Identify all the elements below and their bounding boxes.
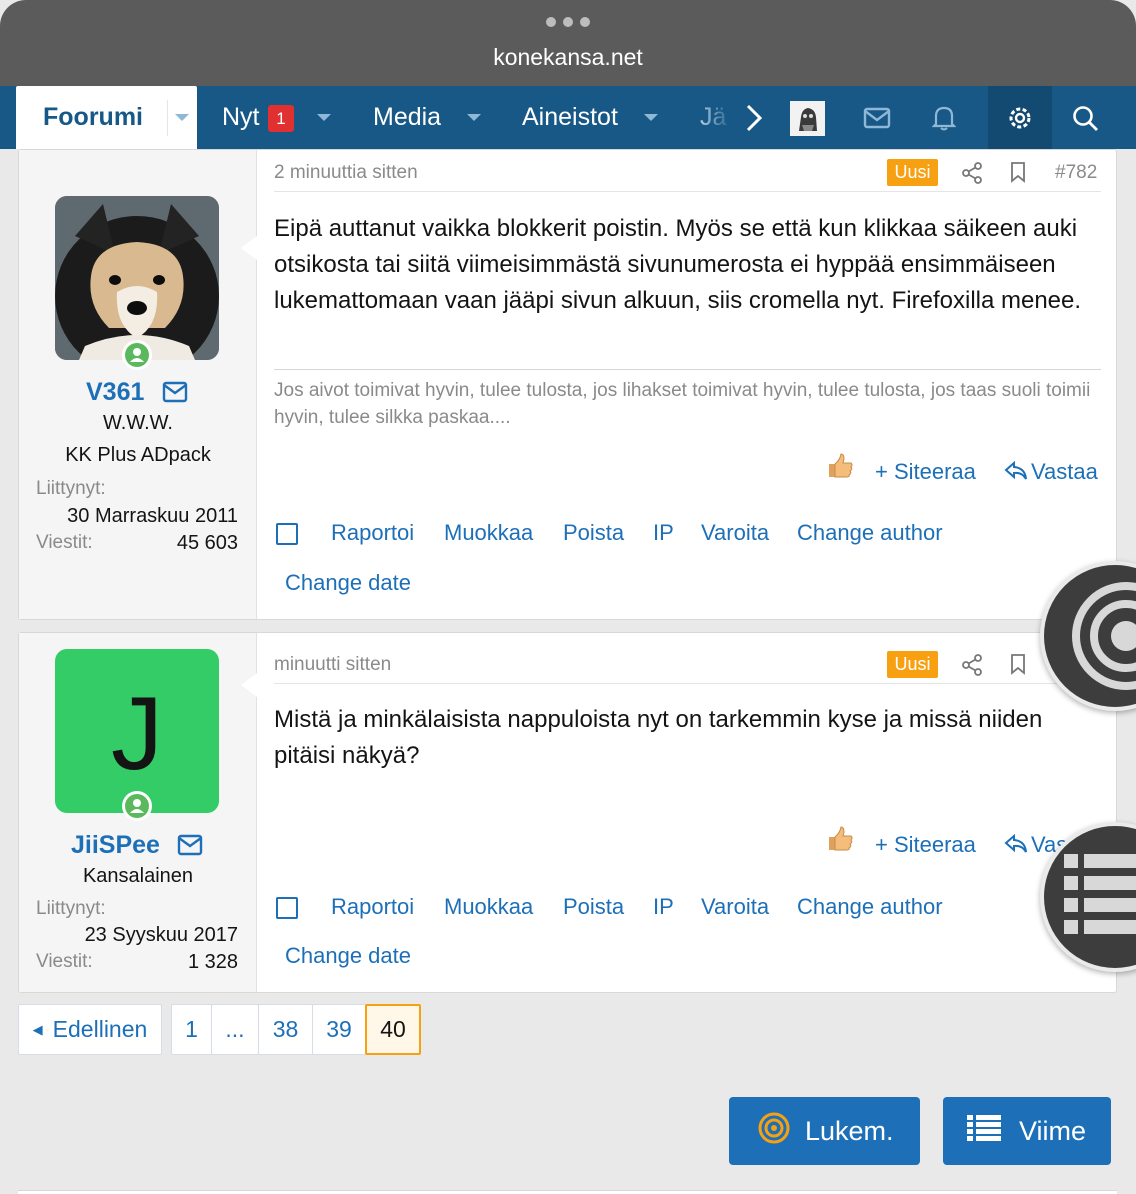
posts-count-label: Viestit: bbox=[36, 532, 93, 553]
warn-link[interactable]: Varoita bbox=[701, 894, 769, 920]
chevron-right-icon[interactable] bbox=[740, 102, 766, 139]
author-title: Kansalainen bbox=[82, 865, 194, 887]
edit-link[interactable]: Muokkaa bbox=[444, 520, 533, 546]
pagination-page[interactable]: 39 bbox=[312, 1004, 366, 1055]
nav-tab-nyt[interactable]: Nyt bbox=[222, 103, 260, 132]
envelope-icon[interactable] bbox=[162, 381, 188, 408]
nav-nyt-badge: 1 bbox=[268, 105, 294, 132]
latest-button[interactable]: Viime bbox=[943, 1097, 1111, 1165]
user-avatar-icon[interactable] bbox=[790, 101, 825, 136]
share-icon[interactable] bbox=[961, 654, 983, 681]
chevron-left-icon: ◀ bbox=[32, 1021, 43, 1037]
author-avatar[interactable] bbox=[55, 196, 219, 360]
change-date-link[interactable]: Change date bbox=[285, 943, 411, 969]
gear-icon[interactable] bbox=[988, 86, 1052, 149]
joined-label: Liittynyt: bbox=[36, 898, 106, 919]
bookmark-icon[interactable] bbox=[1010, 161, 1026, 188]
posts-count-value: 1 328 bbox=[187, 951, 238, 973]
pagination-page[interactable]: 38 bbox=[258, 1004, 313, 1055]
author-title: W.W.W. bbox=[103, 412, 173, 434]
floating-list-button[interactable] bbox=[1040, 822, 1136, 972]
browser-chrome: konekansa.net bbox=[0, 0, 1136, 86]
author-name[interactable]: JiiSPee bbox=[71, 831, 160, 860]
bell-icon[interactable] bbox=[912, 86, 976, 149]
delete-link[interactable]: Poista bbox=[563, 894, 624, 920]
change-author-link[interactable]: Change author bbox=[797, 520, 943, 546]
bookmark-icon[interactable] bbox=[1010, 653, 1026, 680]
change-date-link[interactable]: Change date bbox=[285, 570, 411, 596]
warn-link[interactable]: Varoita bbox=[701, 520, 769, 546]
main-navbar: Foorumi Nyt Media Aineistot Jä bbox=[0, 86, 1136, 149]
post-body: Eipä auttanut vaikka blokkerit poistin. … bbox=[274, 215, 1082, 314]
select-post-checkbox[interactable] bbox=[276, 523, 298, 545]
reply-button[interactable]: Vastaa bbox=[1031, 459, 1098, 485]
select-post-checkbox[interactable] bbox=[276, 897, 298, 919]
list-icon bbox=[967, 1114, 1001, 1149]
ip-link[interactable]: IP bbox=[653, 894, 674, 920]
address-bar-url[interactable]: konekansa.net bbox=[0, 44, 1136, 71]
author-avatar[interactable]: J bbox=[55, 649, 219, 813]
pagination-ellipsis[interactable]: ... bbox=[211, 1004, 259, 1055]
post-782: V361 W.W.W. KK Plus ADpack Liittynyt: 30… bbox=[18, 149, 1117, 620]
pagination-current-page[interactable]: 40 bbox=[365, 1004, 421, 1055]
quote-button[interactable]: + Siteeraa bbox=[875, 459, 976, 485]
chevron-down-icon[interactable] bbox=[644, 114, 658, 121]
online-status-icon bbox=[122, 791, 152, 821]
delete-link[interactable]: Poista bbox=[563, 520, 624, 546]
pagination-page[interactable]: 1 bbox=[171, 1004, 212, 1055]
post-number[interactable]: #782 bbox=[1055, 162, 1097, 184]
online-status-icon bbox=[122, 340, 152, 370]
floating-unread-target-button[interactable] bbox=[1040, 561, 1136, 711]
new-badge: Uusi bbox=[887, 651, 938, 678]
post-signature: Jos aivot toimivat hyvin, tulee tulosta,… bbox=[274, 380, 1091, 428]
joined-value: 23 Syyskuu 2017 bbox=[84, 924, 238, 946]
nav-tab-media[interactable]: Media bbox=[373, 103, 441, 132]
post-author-sidebar: V361 W.W.W. KK Plus ADpack Liittynyt: 30… bbox=[19, 150, 257, 619]
chevron-down-icon[interactable] bbox=[317, 114, 331, 121]
quote-button[interactable]: + Siteeraa bbox=[875, 832, 976, 858]
ip-link[interactable]: IP bbox=[653, 520, 674, 546]
post-timestamp[interactable]: 2 minuuttia sitten bbox=[274, 162, 418, 184]
author-banner: KK Plus ADpack bbox=[65, 444, 211, 466]
post-body: Mistä ja minkälaisista nappuloista nyt o… bbox=[274, 706, 1043, 769]
author-avatar-initial: J bbox=[111, 676, 163, 792]
unread-button[interactable]: Lukem. bbox=[729, 1097, 920, 1165]
joined-value: 30 Marraskuu 2011 bbox=[67, 505, 238, 527]
posts-count-label: Viestit: bbox=[36, 951, 93, 972]
post-timestamp[interactable]: minuutti sitten bbox=[274, 654, 391, 676]
nav-tab-foorumi-label: Foorumi bbox=[43, 103, 143, 131]
author-name[interactable]: V361 bbox=[86, 378, 144, 407]
chevron-down-icon[interactable] bbox=[167, 86, 197, 149]
thumbs-up-icon[interactable] bbox=[826, 824, 854, 857]
new-badge: Uusi bbox=[887, 159, 938, 186]
edit-link[interactable]: Muokkaa bbox=[444, 894, 533, 920]
post-author-sidebar: J JiiSPee Kansalainen Liittynyt: 23 Syys… bbox=[19, 633, 257, 992]
envelope-icon[interactable] bbox=[845, 86, 909, 149]
chevron-down-icon[interactable] bbox=[467, 114, 481, 121]
joined-label: Liittynyt: bbox=[36, 478, 106, 499]
pagination-prev-button[interactable]: ◀ Edellinen bbox=[18, 1004, 162, 1055]
nav-tab-foorumi[interactable]: Foorumi bbox=[16, 86, 197, 149]
post-latest: J JiiSPee Kansalainen Liittynyt: 23 Syys… bbox=[18, 632, 1117, 993]
thumbs-up-icon[interactable] bbox=[826, 451, 854, 484]
change-author-link[interactable]: Change author bbox=[797, 894, 943, 920]
nav-tab-aineistot[interactable]: Aineistot bbox=[522, 103, 618, 132]
share-icon[interactable] bbox=[961, 162, 983, 189]
report-link[interactable]: Raportoi bbox=[331, 894, 414, 920]
target-icon bbox=[757, 1111, 791, 1152]
envelope-icon[interactable] bbox=[177, 834, 203, 861]
browser-menu-dots[interactable] bbox=[546, 17, 590, 27]
posts-count-value: 45 603 bbox=[176, 532, 238, 554]
search-icon[interactable] bbox=[1053, 86, 1117, 149]
reply-icon[interactable] bbox=[1004, 833, 1028, 859]
reply-icon[interactable] bbox=[1004, 460, 1028, 486]
report-link[interactable]: Raportoi bbox=[331, 520, 414, 546]
